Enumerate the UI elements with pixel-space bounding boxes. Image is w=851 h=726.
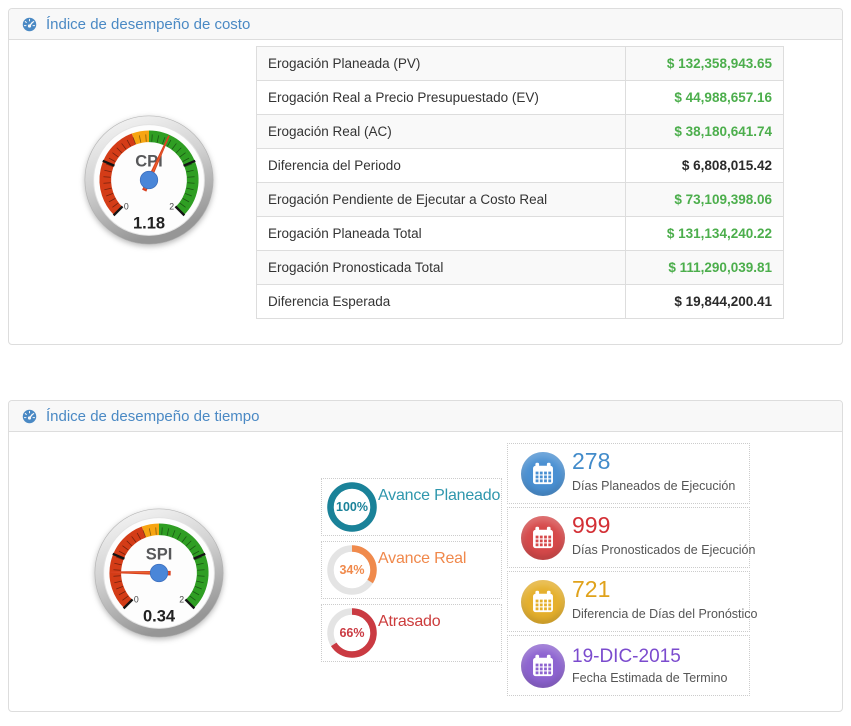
gauge-max-label: 2 — [169, 201, 174, 211]
tachometer-icon — [22, 409, 37, 424]
stat-item: 721 Diferencia de Días del Pronóstico — [507, 571, 750, 632]
stat-value: 19-DIC-2015 — [572, 644, 681, 670]
row-value: $ 73,109,398.06 — [626, 183, 784, 217]
gauge-value: 1.18 — [133, 215, 165, 233]
calendar-icon — [530, 653, 556, 679]
gauge: 0 2 CPI 1.18 — [81, 112, 217, 248]
stat-item: 278 Días Planeados de Ejecución — [507, 443, 750, 504]
stat-item: 19-DIC-2015 Fecha Estimada de Termino — [507, 635, 750, 696]
cost-table-body: Erogación Planeada (PV)$ 132,358,943.65E… — [257, 47, 784, 319]
time-panel-header: Índice de desempeño de tiempo — [9, 401, 842, 432]
stat-caption: Fecha Estimada de Termino — [572, 671, 727, 685]
ring-percent: 66% — [327, 608, 377, 658]
ring-label: Avance Planeado — [378, 487, 500, 505]
row-label: Diferencia del Periodo — [257, 149, 626, 183]
cost-panel-header: Índice de desempeño de costo — [9, 9, 842, 40]
cpi-gauge: 0 2 CPI 1.18 — [81, 112, 217, 248]
gauge-max-label: 2 — [179, 594, 184, 604]
table-row: Erogación Pendiente de Ejecutar a Costo … — [257, 183, 784, 217]
calendar-icon — [530, 461, 556, 487]
table-row: Erogación Planeada (PV)$ 132,358,943.65 — [257, 47, 784, 81]
ring-label: Atrasado — [378, 613, 440, 631]
tachometer-icon — [22, 17, 37, 32]
table-row: Diferencia Esperada$ 19,844,200.41 — [257, 285, 784, 319]
table-row: Erogación Real a Precio Presupuestado (E… — [257, 81, 784, 115]
spi-gauge: 0 2 SPI 0.34 — [91, 505, 227, 641]
row-label: Erogación Real (AC) — [257, 115, 626, 149]
table-row: Erogación Real (AC)$ 38,180,641.74 — [257, 115, 784, 149]
cost-panel-title: Índice de desempeño de costo — [46, 16, 250, 33]
gauge: 0 2 SPI 0.34 — [91, 505, 227, 641]
stat-caption: Días Planeados de Ejecución — [572, 479, 735, 493]
stat-value: 999 — [572, 512, 610, 538]
gauge-hub — [140, 171, 157, 188]
progress-rings-column: 100% Avance Planeado 34% Avance Real 66%… — [321, 432, 502, 699]
row-label: Erogación Real a Precio Presupuestado (E… — [257, 81, 626, 115]
cost-table: Erogación Planeada (PV)$ 132,358,943.65E… — [256, 46, 784, 319]
ring-percent: 34% — [327, 545, 377, 595]
stat-caption: Días Pronosticados de Ejecución — [572, 543, 755, 557]
gauge-hub — [150, 564, 167, 581]
table-row: Erogación Planeada Total$ 131,134,240.22 — [257, 217, 784, 251]
row-label: Erogación Pendiente de Ejecutar a Costo … — [257, 183, 626, 217]
stats-column: 278 Días Planeados de Ejecución 999 Días… — [507, 432, 750, 699]
time-panel-body: 0 2 SPI 0.34 100% Avance Planeado 34% Av… — [9, 432, 842, 699]
time-panel-title: Índice de desempeño de tiempo — [46, 408, 259, 425]
row-label: Diferencia Esperada — [257, 285, 626, 319]
row-value: $ 44,988,657.16 — [626, 81, 784, 115]
stat-icon-circle — [521, 516, 565, 560]
row-value: $ 6,808,015.42 — [626, 149, 784, 183]
progress-ring-item: 34% Avance Real — [321, 541, 502, 599]
time-panel: Índice de desempeño de tiempo 0 2 SPI 0.… — [8, 400, 843, 712]
dashboard-page: Índice de desempeño de costo 0 2 CPI 1.1… — [0, 0, 851, 720]
progress-ring-item: 66% Atrasado — [321, 604, 502, 662]
ring-label: Avance Real — [378, 550, 466, 568]
stat-icon-circle — [521, 580, 565, 624]
row-value: $ 111,290,039.81 — [626, 251, 784, 285]
row-label: Erogación Planeada Total — [257, 217, 626, 251]
table-row: Erogación Pronosticada Total$ 111,290,03… — [257, 251, 784, 285]
stat-icon-circle — [521, 644, 565, 688]
stat-caption: Diferencia de Días del Pronóstico — [572, 607, 758, 621]
row-label: Erogación Pronosticada Total — [257, 251, 626, 285]
progress-ring-item: 100% Avance Planeado — [321, 478, 502, 536]
row-label: Erogación Planeada (PV) — [257, 47, 626, 81]
stat-item: 999 Días Pronosticados de Ejecución — [507, 507, 750, 568]
row-value: $ 131,134,240.22 — [626, 217, 784, 251]
calendar-icon — [530, 525, 556, 551]
stat-icon-circle — [521, 452, 565, 496]
cost-table-column: Erogación Planeada (PV)$ 132,358,943.65E… — [256, 46, 784, 319]
gauge-title: SPI — [146, 545, 173, 563]
gauge-value: 0.34 — [143, 608, 176, 626]
cost-panel-body: 0 2 CPI 1.18 Erogación Planeada (PV)$ 13… — [9, 40, 842, 319]
row-value: $ 132,358,943.65 — [626, 47, 784, 81]
cpi-gauge-column: 0 2 CPI 1.18 — [9, 40, 256, 319]
gauge-min-label: 0 — [124, 201, 129, 211]
gauge-min-label: 0 — [134, 594, 139, 604]
row-value: $ 38,180,641.74 — [626, 115, 784, 149]
cost-panel: Índice de desempeño de costo 0 2 CPI 1.1… — [8, 8, 843, 345]
row-value: $ 19,844,200.41 — [626, 285, 784, 319]
spi-gauge-column: 0 2 SPI 0.34 — [9, 432, 269, 699]
stat-value: 721 — [572, 576, 610, 602]
stat-value: 278 — [572, 448, 610, 474]
calendar-icon — [530, 589, 556, 615]
table-row: Diferencia del Periodo$ 6,808,015.42 — [257, 149, 784, 183]
ring-percent: 100% — [327, 482, 377, 532]
